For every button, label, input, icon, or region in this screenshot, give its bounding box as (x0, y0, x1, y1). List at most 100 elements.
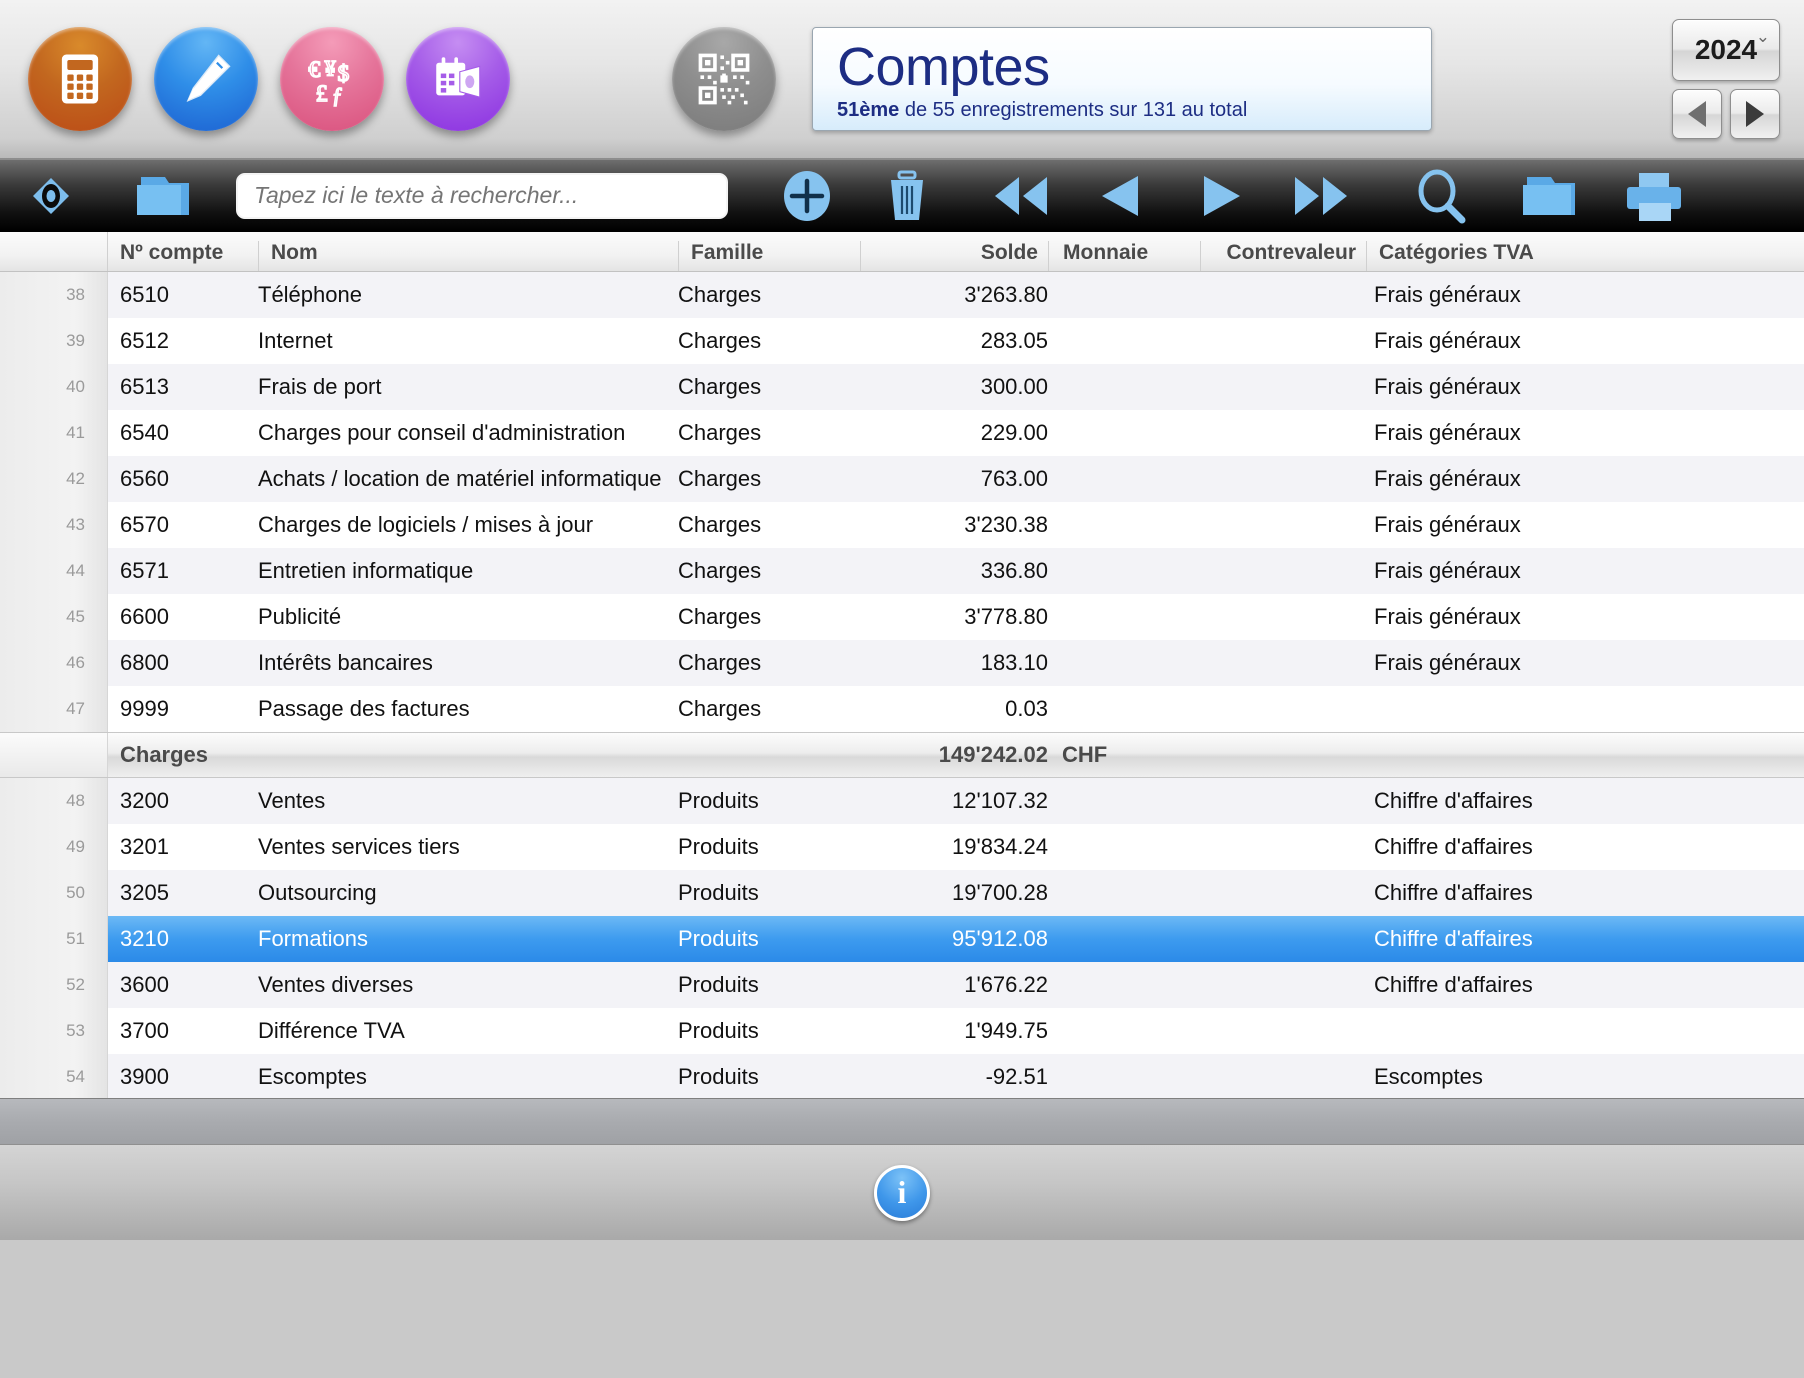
calculator-icon[interactable] (28, 27, 132, 131)
row-family: Charges (678, 512, 762, 537)
table-row[interactable]: 48 3200 Ventes Produits 12'107.32 Chiffre d'a… (0, 778, 1804, 824)
table-row[interactable]: 41 6540 Charges pour conseil d'administrat… (0, 410, 1804, 456)
table-row[interactable]: 39 6512 Internet Charges 283.05 Frais générau… (0, 318, 1804, 364)
table-row[interactable]: 50 3205 Outsourcing Produits 19'700.28 Chiffr… (0, 870, 1804, 916)
row-index-cell: 44 (0, 548, 108, 594)
row-vat-category: Frais généraux (1374, 604, 1521, 629)
last-record-button[interactable] (1284, 173, 1358, 219)
column-header-name[interactable]: Nom (258, 241, 678, 271)
row-index-cell: 52 (0, 962, 108, 1008)
first-record-button[interactable] (984, 173, 1058, 219)
column-header-index[interactable] (0, 232, 108, 271)
row-account-name: Ventes services tiers (258, 834, 460, 859)
row-family: Charges (678, 650, 762, 675)
record-title-panel: Comptes 51ème de 55 enregistrements sur … (812, 27, 1432, 131)
accounts-table: Nº compte Nom Famille Solde Monnaie Cont… (0, 232, 1804, 1098)
search-input[interactable] (236, 172, 728, 219)
page-title: Comptes (837, 36, 1050, 97)
table-row[interactable]: 43 6570 Charges de logiciels / mises à jou… (0, 502, 1804, 548)
status-bar: i (0, 1144, 1804, 1240)
table-row[interactable]: 47 9999 Passage des factures Charges 0.03 (0, 686, 1804, 732)
row-index-cell: 46 (0, 640, 108, 686)
row-account-name: Ventes diverses (258, 972, 414, 997)
folder-icon[interactable] (122, 171, 208, 221)
year-value: 2024 (1694, 34, 1758, 65)
row-account-number: 3900 (120, 1064, 169, 1089)
delete-record-button[interactable] (870, 168, 944, 224)
row-account-name: Charges pour conseil d'administration (258, 420, 626, 445)
svg-text:£: £ (316, 81, 328, 107)
row-family: Produits (678, 1018, 759, 1043)
row-index-cell: 47 (0, 686, 108, 732)
column-header-family[interactable]: Famille (678, 241, 860, 271)
row-index-cell: 51 (0, 916, 108, 962)
row-account-number: 3600 (120, 972, 169, 997)
table-row[interactable]: 46 6800 Intérêts bancaires Charges 183.10 Fra… (0, 640, 1804, 686)
print-icon[interactable] (1618, 169, 1692, 223)
eye-icon[interactable] (22, 174, 108, 218)
year-selector[interactable]: 2024 ⌄ (1672, 19, 1780, 81)
row-account-name: Intérêts bancaires (258, 650, 433, 675)
row-index-cell: 40 (0, 364, 108, 410)
total-index-cell (0, 733, 108, 777)
row-account-number: 3210 (120, 926, 169, 951)
row-index-cell: 49 (0, 824, 108, 870)
add-record-button[interactable] (770, 168, 844, 224)
previous-record-toolbar-button[interactable] (1084, 173, 1158, 219)
horizontal-scrollbar[interactable] (0, 1098, 1804, 1144)
row-vat-category: Frais généraux (1374, 328, 1521, 353)
currency-icon[interactable]: € ¥ $ £ ƒ (280, 27, 384, 131)
pen-icon[interactable] (154, 27, 258, 131)
row-account-name: Différence TVA (258, 1018, 405, 1043)
column-header-account-number[interactable]: Nº compte (108, 241, 258, 271)
row-balance: 19'834.24 (952, 834, 1048, 859)
column-header-countervalue[interactable]: Contrevaleur (1200, 241, 1366, 271)
row-balance: 336.80 (980, 558, 1048, 583)
row-balance: 300.00 (980, 374, 1048, 399)
table-row[interactable]: 44 6571 Entretien informatique Charges 336.8… (0, 548, 1804, 594)
next-record-button[interactable] (1730, 89, 1780, 139)
row-index-cell: 42 (0, 456, 108, 502)
table-row[interactable]: 52 3600 Ventes diverses Produits 1'676.22 Chi… (0, 962, 1804, 1008)
row-account-number: 6560 (120, 466, 169, 491)
total-balance-charges: 149'242.02 (938, 742, 1048, 767)
row-family: Charges (678, 328, 762, 353)
table-row[interactable]: 51 3210 Formations Produits 95'912.08 Chiffre… (0, 916, 1804, 962)
row-balance: 3'263.80 (964, 282, 1048, 307)
row-vat-category: Chiffre d'affaires (1374, 834, 1533, 859)
row-family: Charges (678, 558, 762, 583)
table-header-row: Nº compte Nom Famille Solde Monnaie Cont… (0, 232, 1804, 272)
search-icon[interactable] (1404, 167, 1478, 225)
row-vat-category: Frais généraux (1374, 558, 1521, 583)
table-row[interactable]: 40 6513 Frais de port Charges 300.00 Frais gé… (0, 364, 1804, 410)
next-record-toolbar-button[interactable] (1184, 173, 1258, 219)
row-account-name: Publicité (258, 604, 342, 629)
row-balance: 1'949.75 (964, 1018, 1048, 1043)
column-header-currency[interactable]: Monnaie (1048, 241, 1200, 271)
row-balance: 0.03 (1005, 696, 1048, 721)
row-index-cell: 38 (0, 272, 108, 318)
table-row[interactable]: 42 6560 Achats / location de matériel info… (0, 456, 1804, 502)
table-row[interactable]: 38 6510 Téléphone Charges 3'263.80 Frais géné… (0, 272, 1804, 318)
row-index-cell: 48 (0, 778, 108, 824)
row-balance: 95'912.08 (952, 926, 1048, 951)
row-account-name: Charges de logiciels / mises à jour (258, 512, 594, 537)
row-vat-category: Chiffre d'affaires (1374, 788, 1533, 813)
table-row[interactable]: 54 3900 Escomptes Produits -92.51 Escomptes (0, 1054, 1804, 1098)
row-family: Produits (678, 834, 759, 859)
column-header-vat-categories[interactable]: Catégories TVA (1366, 241, 1804, 271)
previous-record-button[interactable] (1672, 89, 1722, 139)
row-vat-category: Frais généraux (1374, 512, 1521, 537)
table-row[interactable]: 45 6600 Publicité Charges 3'778.80 Frais géné… (0, 594, 1804, 640)
table-row[interactable]: 49 3201 Ventes services tiers Produits 19'83… (0, 824, 1804, 870)
invoice-icon[interactable] (406, 27, 510, 131)
column-header-balance[interactable]: Solde (860, 241, 1048, 271)
row-account-number: 6540 (120, 420, 169, 445)
row-vat-category: Frais généraux (1374, 650, 1521, 675)
table-row[interactable]: 53 3700 Différence TVA Produits 1'949.75 (0, 1008, 1804, 1054)
row-index-cell: 43 (0, 502, 108, 548)
row-vat-category: Frais généraux (1374, 420, 1521, 445)
info-icon[interactable]: i (874, 1164, 930, 1221)
folder-open-icon[interactable] (1514, 171, 1588, 221)
qr-code-icon[interactable] (672, 27, 776, 131)
